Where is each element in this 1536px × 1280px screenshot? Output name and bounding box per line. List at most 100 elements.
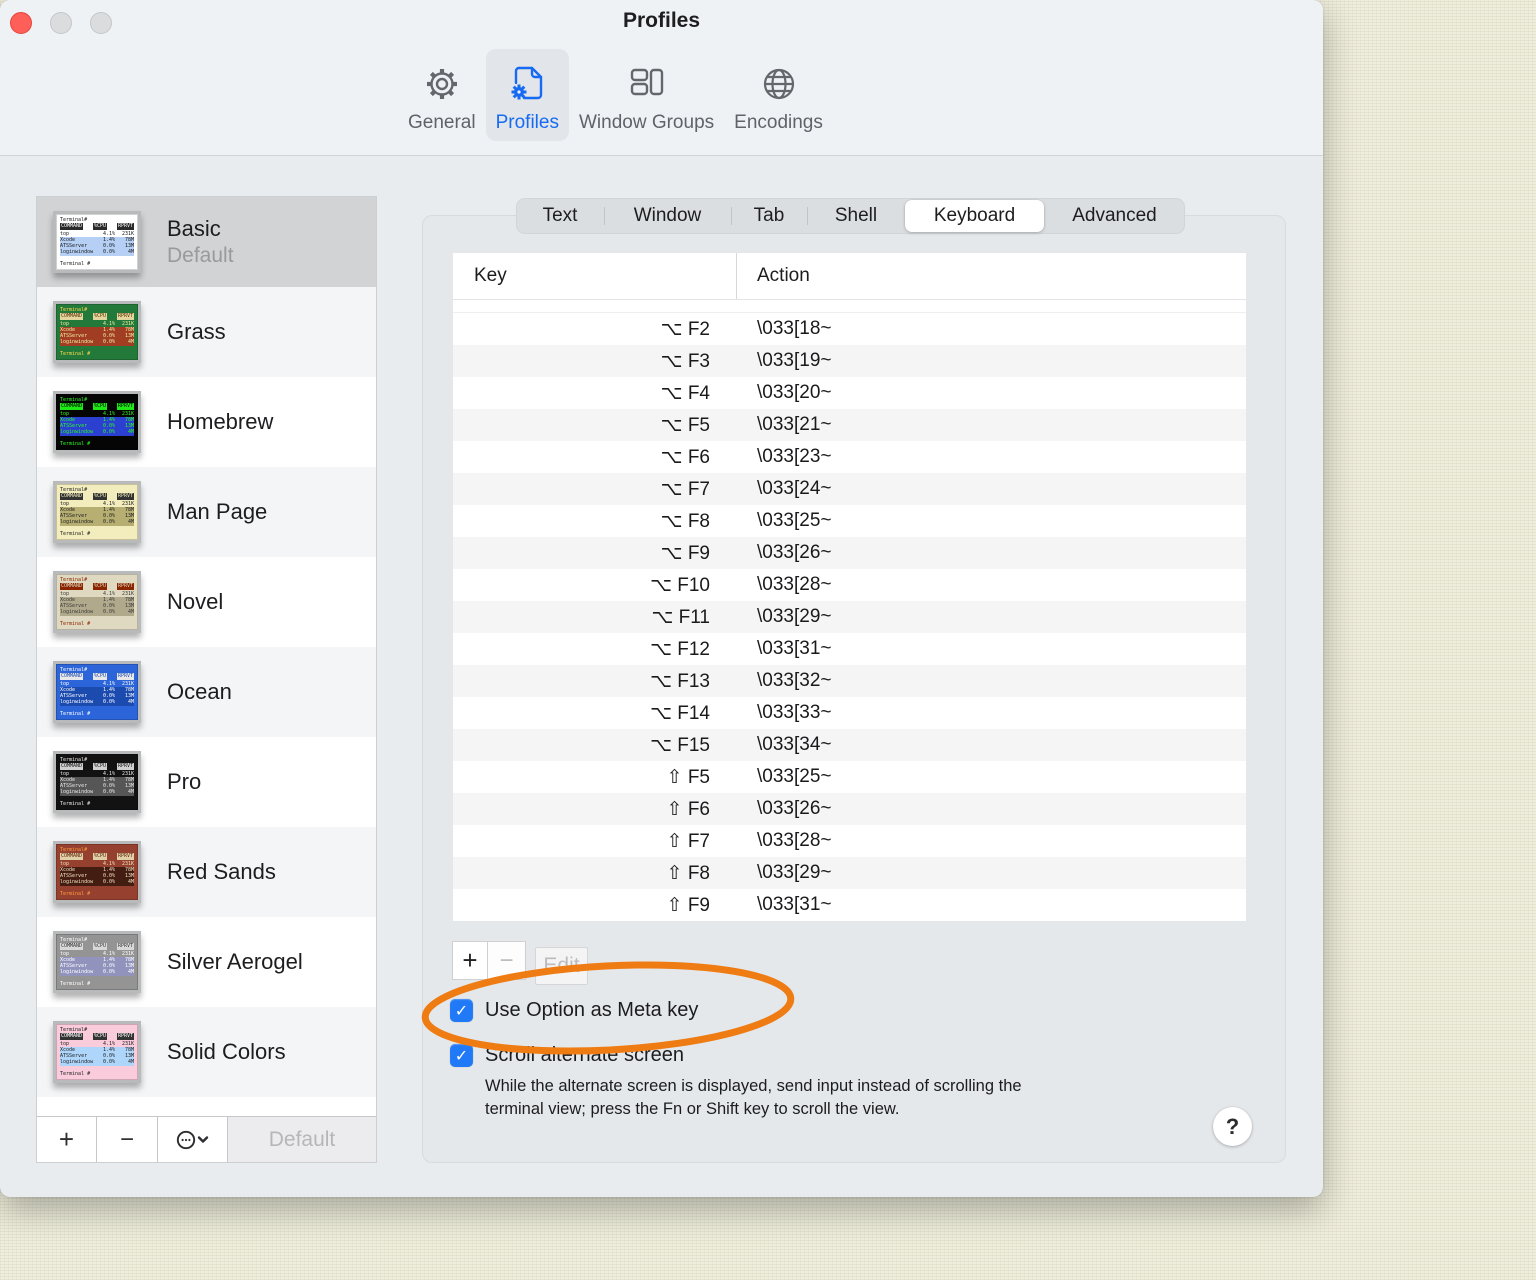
- action-cell: \033[24~: [757, 478, 832, 499]
- profile-settings-tabs: Text Window Tab Shell Keyboard Advanced: [516, 198, 1185, 234]
- key-mapping-row[interactable]: ⌥ F8 \033[25~: [453, 505, 1246, 537]
- key-cell: ⌥ F6: [660, 446, 710, 468]
- key-mapping-row[interactable]: ⌥ F4 \033[20~: [453, 377, 1246, 409]
- remove-key-mapping-button[interactable]: −: [487, 941, 526, 980]
- profile-name: Novel: [167, 589, 224, 614]
- profile-list-sidebar: Terminal# COMMAND %CPU RPRVT top 4.1% 231K X…: [36, 196, 377, 1163]
- key-cell: ⌥ F15: [650, 734, 710, 756]
- profile-name: Pro: [167, 769, 202, 794]
- profile-list-item[interactable]: Terminal# COMMAND %CPU RPRVT top 4.1% 231K X…: [37, 557, 376, 647]
- key-mapping-row[interactable]: ⌥ F10 \033[28~: [453, 569, 1246, 601]
- profile-list-item[interactable]: Terminal# COMMAND %CPU RPRVT top 4.1% 231K X…: [37, 827, 376, 917]
- toolbar-item-general[interactable]: General: [398, 49, 486, 141]
- settings-tab[interactable]: Tab: [731, 198, 807, 234]
- key-mapping-row[interactable]: ⇧ F5 \033[25~: [453, 761, 1246, 793]
- action-cell: \033[19~: [757, 350, 832, 371]
- profile-thumbnail: Terminal# COMMAND %CPU RPRVT top 4.1% 231K X…: [53, 211, 141, 273]
- profile-list-item[interactable]: Terminal# COMMAND %CPU RPRVT top 4.1% 231K X…: [37, 647, 376, 737]
- key-cell: ⌥ F3: [660, 350, 710, 372]
- preferences-window: Profiles General Profiles Window Groups …: [0, 0, 1323, 1197]
- profile-thumbnail: Terminal# COMMAND %CPU RPRVT top 4.1% 231K X…: [53, 1021, 141, 1083]
- remove-profile-button[interactable]: −: [97, 1117, 158, 1162]
- profile-list-item[interactable]: Terminal# COMMAND %CPU RPRVT top 4.1% 231K X…: [37, 377, 376, 467]
- ellipsis-circle-chevron-icon: [176, 1130, 208, 1149]
- option-scroll-alt-row: ✓ Scroll alternate screen: [450, 1044, 684, 1067]
- key-cell: ⇧ F7: [666, 830, 710, 852]
- profile-list-item[interactable]: Terminal# COMMAND %CPU RPRVT top 4.1% 231K X…: [37, 737, 376, 827]
- column-header-key: Key: [453, 253, 737, 299]
- profile-list-item[interactable]: Terminal# COMMAND %CPU RPRVT top 4.1% 231K X…: [37, 197, 376, 287]
- key-mapping-row[interactable]: ⌥ F14 \033[33~: [453, 697, 1246, 729]
- key-cell: ⌥ F9: [660, 542, 710, 564]
- settings-tab[interactable]: Keyboard: [905, 200, 1044, 232]
- profile-thumbnail: Terminal# COMMAND %CPU RPRVT top 4.1% 231K X…: [53, 751, 141, 813]
- key-mapping-row[interactable]: ⌥ F13 \033[32~: [453, 665, 1246, 697]
- action-cell: \033[32~: [757, 670, 832, 691]
- use-option-as-meta-key-label[interactable]: Use Option as Meta key: [485, 999, 698, 1022]
- key-mapping-row[interactable]: ⌥ F9 \033[26~: [453, 537, 1246, 569]
- key-mapping-row[interactable]: ⌥ F5 \033[21~: [453, 409, 1246, 441]
- settings-tab[interactable]: Text: [516, 198, 604, 234]
- action-cell: \033[23~: [757, 446, 832, 467]
- action-cell: \033[20~: [757, 382, 832, 403]
- toolbar-item-profiles[interactable]: Profiles: [485, 49, 569, 141]
- preferences-toolbar: General Profiles Window Groups Encodings: [398, 49, 833, 141]
- toolbar-item-window-groups[interactable]: Window Groups: [569, 49, 724, 141]
- action-cell: \033[31~: [757, 638, 832, 659]
- profile-list-item[interactable]: Terminal# COMMAND %CPU RPRVT top 4.1% 231K X…: [37, 1007, 376, 1097]
- profile-list-item[interactable]: Terminal# COMMAND %CPU RPRVT top 4.1% 231K X…: [37, 287, 376, 377]
- key-mapping-row[interactable]: ⌥ F3 \033[19~: [453, 345, 1246, 377]
- settings-tab-label: Advanced: [1072, 205, 1157, 226]
- profile-name: Silver Aerogel: [167, 949, 303, 974]
- action-cell: \033[31~: [757, 894, 832, 915]
- settings-tab[interactable]: Advanced: [1044, 198, 1185, 234]
- edit-key-mapping-button[interactable]: Edit: [535, 947, 588, 985]
- profile-name: Solid Colors: [167, 1039, 286, 1064]
- profile-list-item[interactable]: Terminal# COMMAND %CPU RPRVT top 4.1% 231K X…: [37, 917, 376, 1007]
- key-cell: ⌥ F12: [650, 638, 710, 660]
- settings-tab-label: Tab: [753, 205, 785, 226]
- key-cell: ⌥ F7: [660, 478, 710, 500]
- settings-tab[interactable]: Shell: [807, 198, 905, 234]
- scroll-alternate-screen-label[interactable]: Scroll alternate screen: [485, 1044, 684, 1067]
- add-profile-button[interactable]: +: [37, 1117, 97, 1162]
- toolbar-item-encodings[interactable]: Encodings: [724, 49, 833, 141]
- checkmark-icon: ✓: [454, 1000, 469, 1020]
- set-default-button[interactable]: Default: [228, 1117, 376, 1162]
- scroll-alternate-screen-checkbox[interactable]: ✓: [450, 1044, 473, 1067]
- key-mapping-row[interactable]: ⌥ F11 \033[29~: [453, 601, 1246, 633]
- scrolled-row-sliver: [453, 300, 1246, 313]
- profile-list: Terminal# COMMAND %CPU RPRVT top 4.1% 231K X…: [37, 197, 376, 1116]
- key-mapping-row[interactable]: ⌥ F2 \033[18~: [453, 313, 1246, 345]
- profile-list-item[interactable]: Terminal# COMMAND %CPU RPRVT top 4.1% 231K X…: [37, 467, 376, 557]
- profile-thumbnail: Terminal# COMMAND %CPU RPRVT top 4.1% 231K X…: [53, 481, 141, 543]
- profile-thumbnail: Terminal# COMMAND %CPU RPRVT top 4.1% 231K X…: [53, 301, 141, 363]
- option-meta-key-row: ✓ Use Option as Meta key: [450, 999, 698, 1022]
- profile-name: Man Page: [167, 499, 268, 524]
- key-mapping-table: Key Action ⌥ F2 \033[18~ ⌥ F3 \033[19~ ⌥…: [453, 253, 1246, 921]
- use-option-as-meta-key-checkbox[interactable]: ✓: [450, 999, 473, 1022]
- window-title: Profiles: [622, 9, 701, 32]
- add-key-mapping-button[interactable]: +: [452, 941, 488, 980]
- settings-tab[interactable]: Window: [604, 198, 731, 234]
- key-mapping-row[interactable]: ⌥ F15 \033[34~: [453, 729, 1246, 761]
- action-cell: \033[18~: [757, 318, 832, 339]
- action-cell: \033[33~: [757, 702, 832, 723]
- settings-tab-label: Window: [633, 205, 702, 226]
- action-cell: \033[28~: [757, 830, 832, 851]
- profile-thumbnail: Terminal# COMMAND %CPU RPRVT top 4.1% 231K X…: [53, 661, 141, 723]
- key-mapping-row[interactable]: ⌥ F12 \033[31~: [453, 633, 1246, 665]
- toolbar-label-general: General: [408, 112, 476, 133]
- key-mapping-row[interactable]: ⇧ F9 \033[31~: [453, 889, 1246, 921]
- key-mapping-row[interactable]: ⇧ F6 \033[26~: [453, 793, 1246, 825]
- help-button[interactable]: ?: [1213, 1107, 1252, 1146]
- key-mapping-row[interactable]: ⌥ F7 \033[24~: [453, 473, 1246, 505]
- help-question-mark: ?: [1225, 1113, 1240, 1139]
- key-cell: ⇧ F6: [666, 798, 710, 820]
- key-mapping-row[interactable]: ⇧ F8 \033[29~: [453, 857, 1246, 889]
- profile-thumbnail: Terminal# COMMAND %CPU RPRVT top 4.1% 231K X…: [53, 391, 141, 453]
- key-mapping-row[interactable]: ⌥ F6 \033[23~: [453, 441, 1246, 473]
- key-mapping-row[interactable]: ⇧ F7 \033[28~: [453, 825, 1246, 857]
- profile-actions-menu-button[interactable]: [158, 1117, 228, 1162]
- profile-thumbnail: Terminal# COMMAND %CPU RPRVT top 4.1% 231K X…: [53, 841, 141, 903]
